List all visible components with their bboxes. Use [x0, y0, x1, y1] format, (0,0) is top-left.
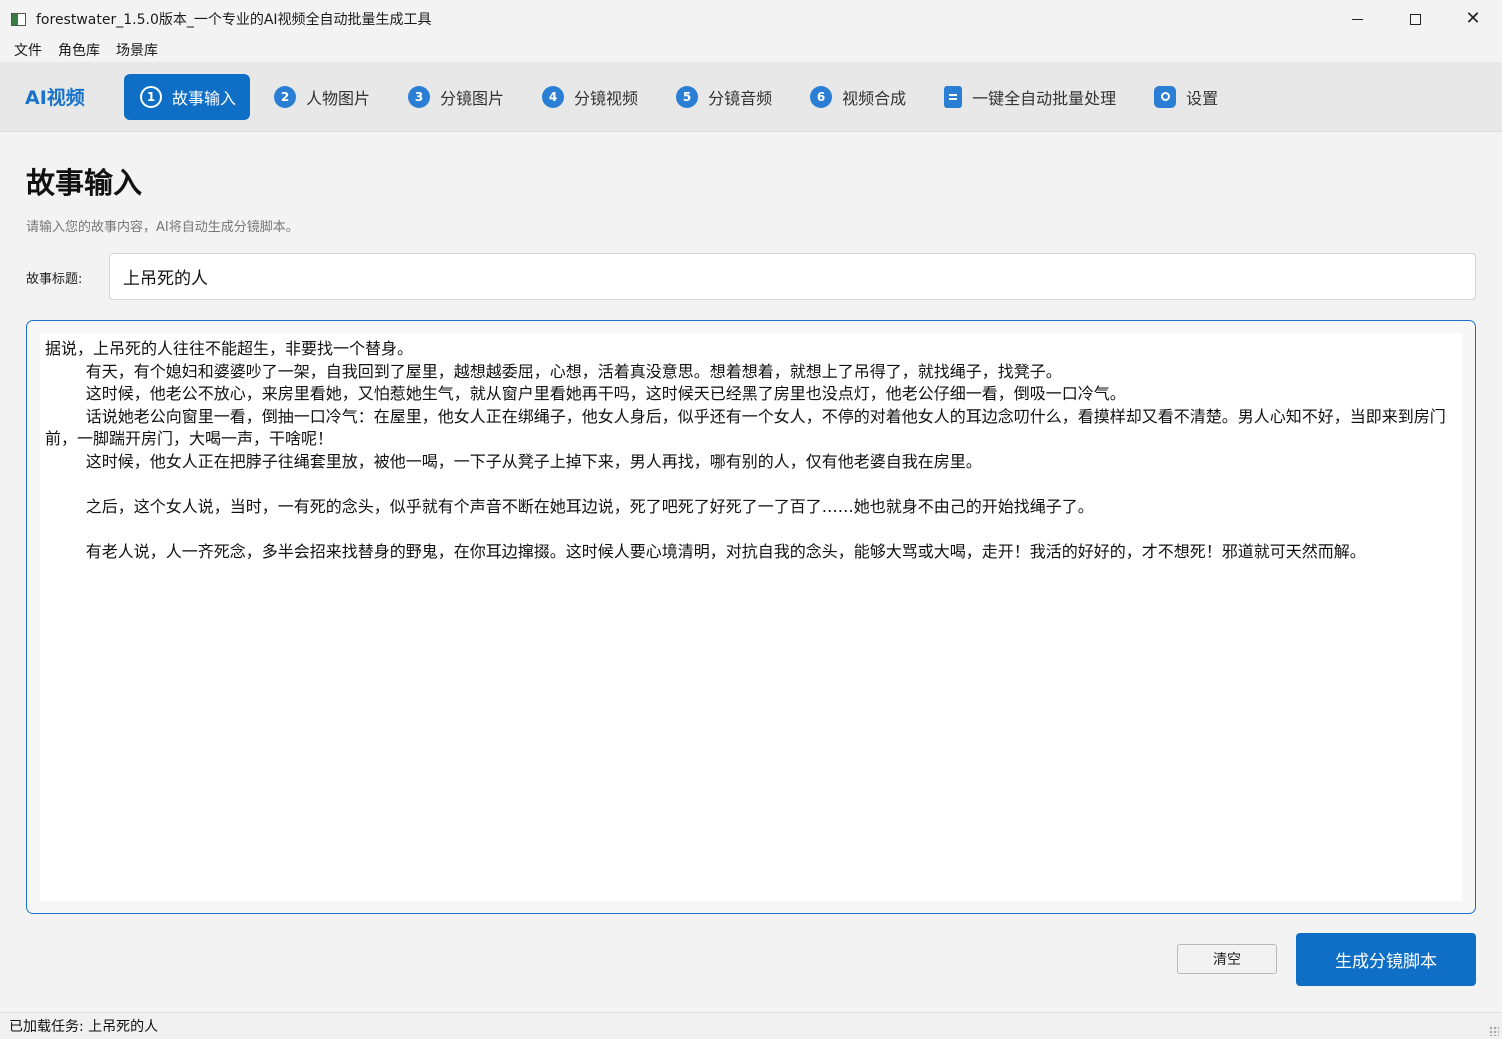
window-title: forestwater_1.5.0版本_一个专业的AI视频全自动批量生成工具: [36, 12, 432, 28]
tab-label: 故事输入: [172, 88, 237, 108]
tab-settings[interactable]: 设置: [1138, 74, 1232, 120]
window-controls: ✕: [1328, 0, 1502, 38]
maximize-button[interactable]: [1386, 0, 1444, 38]
gear-icon: [1154, 85, 1177, 108]
tab-storyboard-videos[interactable]: 4 分镜视频: [526, 74, 652, 120]
story-content-textarea[interactable]: 据说，上吊死的人往往不能超生，非要找一个替身。 有天，有个媳妇和婆婆吵了一架，自…: [40, 333, 1462, 901]
step-2-icon: 2: [274, 85, 297, 108]
tab-label: 分镜视频: [574, 88, 639, 108]
menu-character-library[interactable]: 角色库: [50, 40, 108, 60]
status-text: 已加载任务: 上吊死的人: [9, 1019, 159, 1035]
brand-logo: AI视频: [25, 87, 85, 109]
clear-button[interactable]: 清空: [1177, 944, 1277, 974]
tab-label: 分镜图片: [440, 88, 505, 108]
document-icon: [944, 85, 963, 108]
story-title-input[interactable]: [109, 253, 1476, 300]
tab-story-input[interactable]: 1 故事输入: [124, 73, 251, 120]
tab-label: 设置: [1186, 88, 1219, 108]
close-icon: ✕: [1465, 8, 1481, 29]
resize-grip[interactable]: [1489, 1026, 1499, 1036]
step-4-icon: 4: [542, 85, 565, 108]
minimize-icon: [1351, 18, 1363, 20]
story-title-label: 故事标题:: [26, 272, 83, 287]
page-title: 故事输入: [26, 166, 143, 200]
close-button[interactable]: ✕: [1444, 0, 1502, 38]
status-bar: 已加载任务: 上吊死的人: [0, 1012, 1502, 1039]
step-5-icon: 5: [676, 85, 699, 108]
step-3-icon: 3: [408, 85, 431, 108]
tab-video-compose[interactable]: 6 视频合成: [794, 74, 920, 120]
maximize-icon: [1409, 13, 1421, 25]
tab-character-images[interactable]: 2 人物图片: [258, 74, 384, 120]
tab-storyboard-audio[interactable]: 5 分镜音频: [660, 74, 786, 120]
menu-bar: 文件 角色库 场景库: [0, 38, 1502, 62]
page-subtitle: 请输入您的故事内容，AI将自动生成分镜脚本。: [26, 220, 299, 235]
tab-storyboard-images[interactable]: 3 分镜图片: [392, 74, 518, 120]
nav-bar: AI视频 1 故事输入 2 人物图片 3 分镜图片 4 分镜视频 5 分镜音频 …: [0, 62, 1502, 132]
minimize-button[interactable]: [1328, 0, 1386, 38]
tab-label: 分镜音频: [708, 88, 773, 108]
tab-label: 人物图片: [306, 88, 371, 108]
app-icon: [11, 12, 26, 26]
story-content-frame: 据说，上吊死的人往往不能超生，非要找一个替身。 有天，有个媳妇和婆婆吵了一架，自…: [26, 320, 1476, 914]
generate-storyboard-button[interactable]: 生成分镜脚本: [1296, 933, 1476, 986]
menu-file[interactable]: 文件: [6, 40, 50, 60]
tab-label: 一键全自动批量处理: [972, 88, 1117, 108]
tab-label: 视频合成: [842, 88, 907, 108]
step-6-icon: 6: [810, 85, 833, 108]
tab-batch-auto[interactable]: 一键全自动批量处理: [928, 74, 1130, 120]
menu-scene-library[interactable]: 场景库: [108, 40, 166, 60]
app-window: forestwater_1.5.0版本_一个专业的AI视频全自动批量生成工具 ✕…: [0, 0, 1502, 1039]
step-1-icon: 1: [140, 85, 162, 108]
title-bar: forestwater_1.5.0版本_一个专业的AI视频全自动批量生成工具 ✕: [0, 0, 1502, 38]
